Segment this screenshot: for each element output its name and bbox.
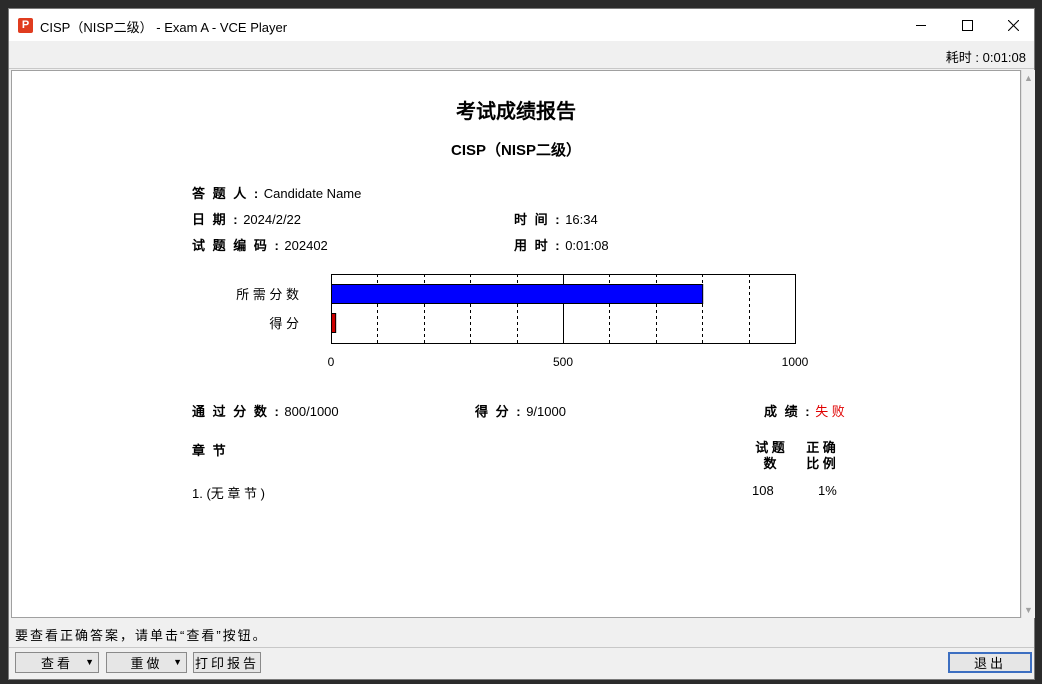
section-count: 108 [752,483,774,498]
chart-bar [331,313,337,333]
redo-button-label: 重做 [130,656,163,671]
app-logo-icon: P [18,18,33,33]
candidate-label: 答 题 人 : [192,186,261,201]
ratio-header-line1: 正 确 [806,440,836,455]
code-label: 试 题 编 码 : [192,238,281,253]
divider [9,647,1034,648]
review-button[interactable]: 查看 ▼ [15,652,99,673]
chart-tick-label: 0 [328,355,335,369]
review-button-label: 查看 [40,656,73,671]
report-title: 考试成绩报告 [456,101,576,123]
code-row: 试 题 编 码 : 202402 [192,235,328,254]
maximize-button[interactable] [944,9,990,41]
close-icon [1007,19,1019,31]
time-row: 时 间 : 16:34 [514,209,598,228]
code-value: 202402 [284,238,328,253]
close-button[interactable] [990,9,1036,41]
score-chart: 所 需 分 数得 分 0 500 1000 [236,274,809,369]
minimize-icon [915,24,926,26]
print-report-button[interactable]: 打印报告 [193,652,261,673]
dropdown-arrow-icon: ▼ [85,657,94,667]
minimize-button[interactable] [898,9,944,41]
pass-value: 800/1000 [284,404,339,419]
report-subtitle: CISP（NISP二级） [450,142,582,159]
print-report-label: 打印报告 [194,656,259,671]
candidate-row: 答 题 人 : Candidate Name [192,183,361,202]
time-label: 时 间 : [514,212,562,227]
ratio-header: 正 确 比 例 [804,440,838,472]
elapsed-time: 耗时 : 0:01:08 [945,50,1026,65]
title-bar: P CISP（NISP二级） - Exam A - VCE Player [9,9,1034,41]
duration-value: 0:01:08 [565,238,609,253]
vertical-scrollbar[interactable]: ▲ ▼ [1021,70,1035,618]
scroll-down-icon[interactable]: ▼ [1024,605,1033,615]
candidate-value: Candidate Name [263,186,362,201]
timer-bar: 耗时 : 0:01:08 [9,41,1034,69]
scroll-up-icon[interactable]: ▲ [1024,73,1033,83]
chart-category-label: 所 需 分 数 [236,287,299,302]
status-message: 要查看正确答案，请单击“查看”按钮。 [15,628,268,643]
dropdown-arrow-icon: ▼ [173,657,182,667]
result-row: 成 绩 : 失 败 [764,401,845,420]
redo-button[interactable]: 重做 ▼ [106,652,187,673]
chart-tick-label: 1000 [782,355,809,369]
date-row: 日 期 : 2024/2/22 [192,209,301,228]
app-window: P CISP（NISP二级） - Exam A - VCE Player 耗时 … [8,8,1035,680]
chart-bar [331,284,704,304]
chart-tick-label: 500 [553,355,573,369]
score-value: 9/1000 [526,404,566,419]
result-label: 成 绩 : [764,404,812,419]
window-title: CISP（NISP二级） - Exam A - VCE Player [40,20,288,35]
pass-row: 通 过 分 数 : 800/1000 [192,401,339,420]
time-value: 16:34 [565,212,598,227]
date-label: 日 期 : [192,212,240,227]
result-value: 失 败 [815,404,845,419]
duration-row: 用 时 : 0:01:08 [514,235,609,254]
exit-button[interactable]: 退出 [948,652,1032,673]
score-row: 得 分 : 9/1000 [475,401,566,420]
ratio-header-line2: 比 例 [806,456,836,471]
pass-label: 通 过 分 数 : [192,404,281,419]
section-name: 1. (无 章 节 ) [192,486,265,501]
count-header-line1: 试 题 [755,440,785,455]
chart-category-label: 得 分 [269,316,299,331]
date-value: 2024/2/22 [243,212,302,227]
section-header: 章 节 [192,443,228,458]
count-header: 试 题 数 [748,440,792,472]
score-label: 得 分 : [475,404,523,419]
section-ratio: 1% [818,483,837,498]
count-header-line2: 数 [763,456,777,471]
exit-button-label: 退出 [973,656,1006,671]
maximize-icon [961,19,973,31]
duration-label: 用 时 : [514,238,562,253]
score-report: 考试成绩报告 CISP（NISP二级） 答 题 人 : Candidate Na… [11,70,1021,618]
